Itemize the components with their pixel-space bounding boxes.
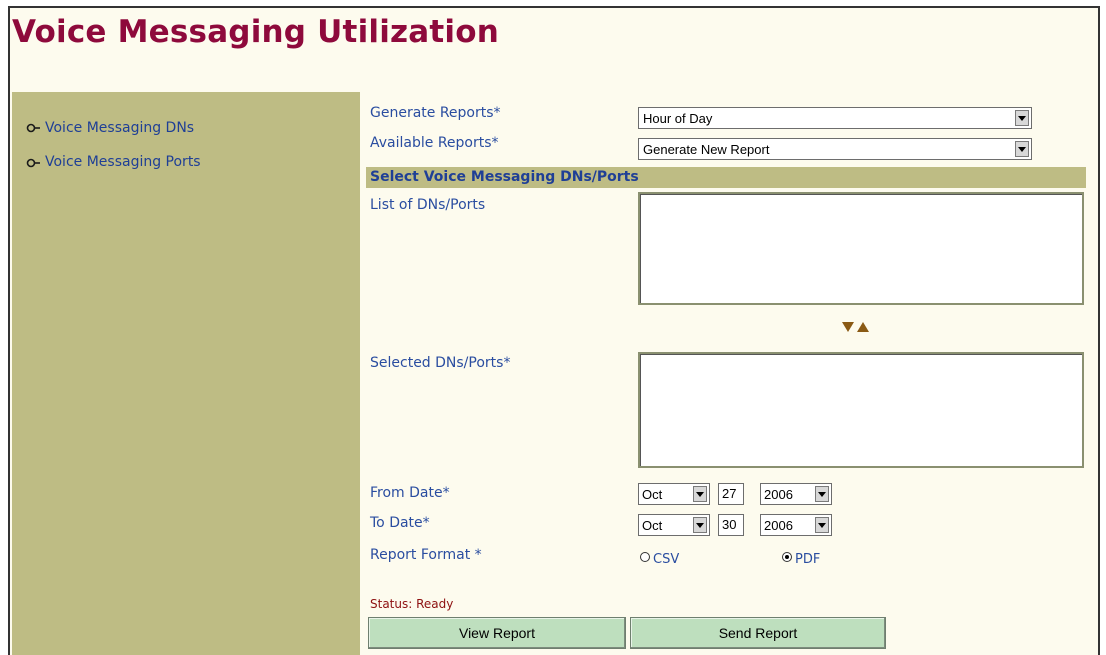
format-csv-label: CSV [653,552,680,567]
sidebar-item-label: Voice Messaging DNs [45,120,195,136]
chevron-down-icon[interactable] [815,486,829,502]
sidebar: Voice Messaging DNs Voice Messaging Port… [12,92,360,655]
to-month-value: Oct [642,517,663,533]
to-date-label: To Date* [370,515,430,531]
chevron-down-icon[interactable] [1015,141,1029,157]
from-day-input[interactable]: 27 [718,483,744,505]
format-csv-radio[interactable]: CSV [640,551,680,567]
page-title: Voice Messaging Utilization [12,14,500,50]
generate-reports-select[interactable]: Hour of Day [638,107,1032,129]
status-text: Status: Ready [370,597,454,611]
list-dns-ports-listbox[interactable] [638,192,1084,305]
sidebar-item-voice-messaging-dns[interactable]: Voice Messaging DNs [26,120,194,136]
chevron-down-icon[interactable] [1015,110,1029,126]
send-report-button[interactable]: Send Report [630,617,886,649]
chevron-down-icon[interactable] [815,517,829,533]
sidebar-item-voice-messaging-ports[interactable]: Voice Messaging Ports [26,154,201,170]
generate-reports-value: Hour of Day [643,110,713,126]
from-month-select[interactable]: Oct [638,483,710,505]
sidebar-item-label: Voice Messaging Ports [45,154,201,170]
move-up-icon[interactable] [857,322,869,332]
move-controls [842,320,869,332]
report-format-label: Report Format * [370,547,482,563]
to-month-select[interactable]: Oct [638,514,710,536]
chevron-down-icon[interactable] [693,486,707,502]
to-day-input[interactable]: 30 [718,514,744,536]
bullet-arrow-icon [26,123,40,133]
move-down-icon[interactable] [842,322,854,332]
format-pdf-label: PDF [795,552,821,567]
to-year-select[interactable]: 2006 [760,514,832,536]
radio-off-icon [640,551,650,562]
chevron-down-icon[interactable] [693,517,707,533]
to-year-value: 2006 [764,517,793,533]
selected-dns-ports-listbox[interactable] [638,352,1084,468]
from-date-label: From Date* [370,485,450,501]
from-year-value: 2006 [764,486,793,502]
available-reports-select[interactable]: Generate New Report [638,138,1032,160]
view-report-button[interactable]: View Report [368,617,626,649]
selected-dns-ports-label: Selected DNs/Ports* [370,355,511,371]
format-pdf-radio[interactable]: PDF [782,551,821,567]
section-header: Select Voice Messaging DNs/Ports [366,167,1086,188]
available-reports-value: Generate New Report [643,141,770,157]
from-month-value: Oct [642,486,663,502]
radio-on-icon [782,551,792,562]
available-reports-label: Available Reports* [370,135,499,151]
bullet-arrow-icon [26,158,40,168]
from-year-select[interactable]: 2006 [760,483,832,505]
list-dns-ports-label: List of DNs/Ports [370,197,486,213]
generate-reports-label: Generate Reports* [370,105,501,121]
